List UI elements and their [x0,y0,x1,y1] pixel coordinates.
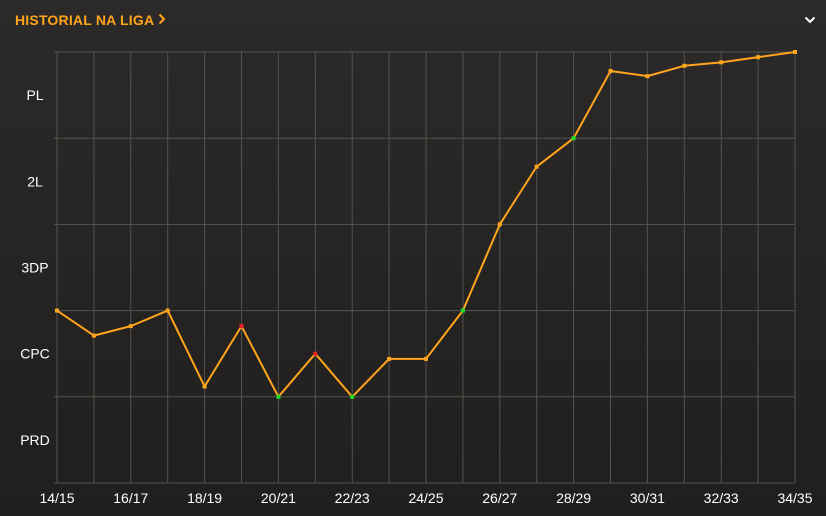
x-tick-label: 28/29 [556,490,591,506]
x-tick-label: 20/21 [261,490,296,506]
data-point [645,74,650,79]
data-point [497,222,502,227]
data-point [55,308,59,313]
league-history-panel: HISTORIAL NA LIGA PL 2L 3DP CPC PRD 14/15 16/1… [0,0,826,516]
data-point-promotion [350,394,355,399]
data-point [387,356,392,361]
x-tick-label: 30/31 [630,490,665,506]
data-point-promotion [571,136,576,141]
data-point [682,63,687,68]
x-tick-label: 14/15 [39,490,74,506]
data-point [719,60,724,65]
x-tick-label: 26/27 [482,490,517,506]
data-point [91,333,96,338]
x-tick-label: 22/23 [335,490,370,506]
data-point [608,68,613,73]
x-tick-label: 34/35 [777,490,812,506]
y-tick-label: 3DP [21,260,48,276]
data-point [202,384,207,389]
data-point [793,50,797,54]
y-tick-label: CPC [20,346,50,362]
data-point-relegation [313,351,318,356]
data-point [534,164,539,169]
data-point [424,356,428,361]
x-tick-label: 24/25 [408,490,443,506]
data-point-promotion [276,394,281,399]
data-point-promotion [460,308,465,313]
x-tick-label: 32/33 [704,490,739,506]
y-tick-label: PRD [20,432,50,448]
data-point [165,308,170,313]
y-tick-label: 2L [27,173,43,189]
data-point [128,324,133,329]
data-point-relegation [239,324,244,329]
x-tick-label: 18/19 [187,490,222,506]
league-history-chart: PL 2L 3DP CPC PRD 14/15 16/17 18/19 20/21 22/23 24… [20,50,813,506]
x-tick-label: 16/17 [113,490,148,506]
data-point [756,55,761,60]
y-tick-label: PL [26,87,43,103]
